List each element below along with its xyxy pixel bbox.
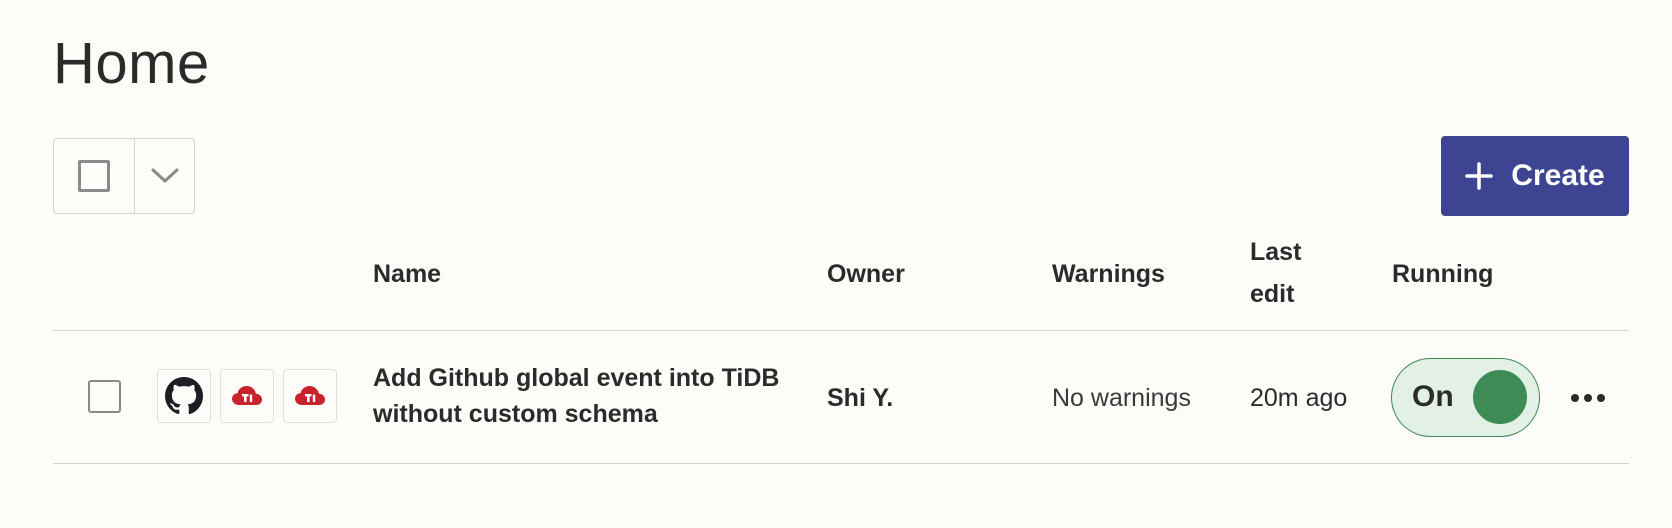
column-header-name[interactable]: Name: [373, 253, 441, 295]
zap-name-link[interactable]: Add Github global event into TiDB withou…: [373, 360, 803, 432]
app-icon-tidb-cloud: [283, 369, 337, 423]
create-button-label: Create: [1511, 159, 1605, 192]
tidb-cloud-icon: [232, 386, 262, 405]
app-icon-github: [157, 369, 211, 423]
zap-last-edit: 20m ago: [1250, 384, 1348, 412]
running-toggle[interactable]: On: [1391, 358, 1540, 437]
plus-icon: [1465, 162, 1494, 190]
more-horizontal-icon: [1571, 394, 1605, 402]
header-divider: [53, 330, 1629, 331]
column-header-running[interactable]: Running: [1392, 253, 1493, 295]
running-toggle-label: On: [1412, 380, 1454, 413]
column-header-last-edit-line1: Last: [1250, 238, 1302, 266]
page-title: Home: [53, 31, 210, 96]
column-header-warnings[interactable]: Warnings: [1052, 253, 1165, 295]
row-checkbox[interactable]: [88, 380, 121, 413]
checkbox-icon: [78, 160, 110, 192]
app-icon-tidb-cloud: [220, 369, 274, 423]
more-actions-button[interactable]: [1566, 378, 1610, 418]
select-all-checkbox[interactable]: [54, 139, 135, 213]
github-icon: [165, 377, 203, 415]
chevron-down-icon: [151, 168, 178, 183]
zap-owner: Shi Y.: [827, 384, 894, 412]
column-header-last-edit-line2: edit: [1250, 280, 1295, 308]
toggle-knob: [1473, 370, 1527, 424]
select-options-dropdown[interactable]: [135, 139, 194, 213]
create-button[interactable]: Create: [1441, 136, 1629, 216]
zap-warnings: No warnings: [1052, 384, 1191, 412]
tidb-cloud-icon: [295, 386, 325, 405]
column-header-owner[interactable]: Owner: [827, 253, 905, 295]
row-divider: [53, 463, 1629, 464]
bulk-select-control: [53, 138, 195, 214]
column-header-last-edit[interactable]: Last edit: [1250, 231, 1301, 315]
